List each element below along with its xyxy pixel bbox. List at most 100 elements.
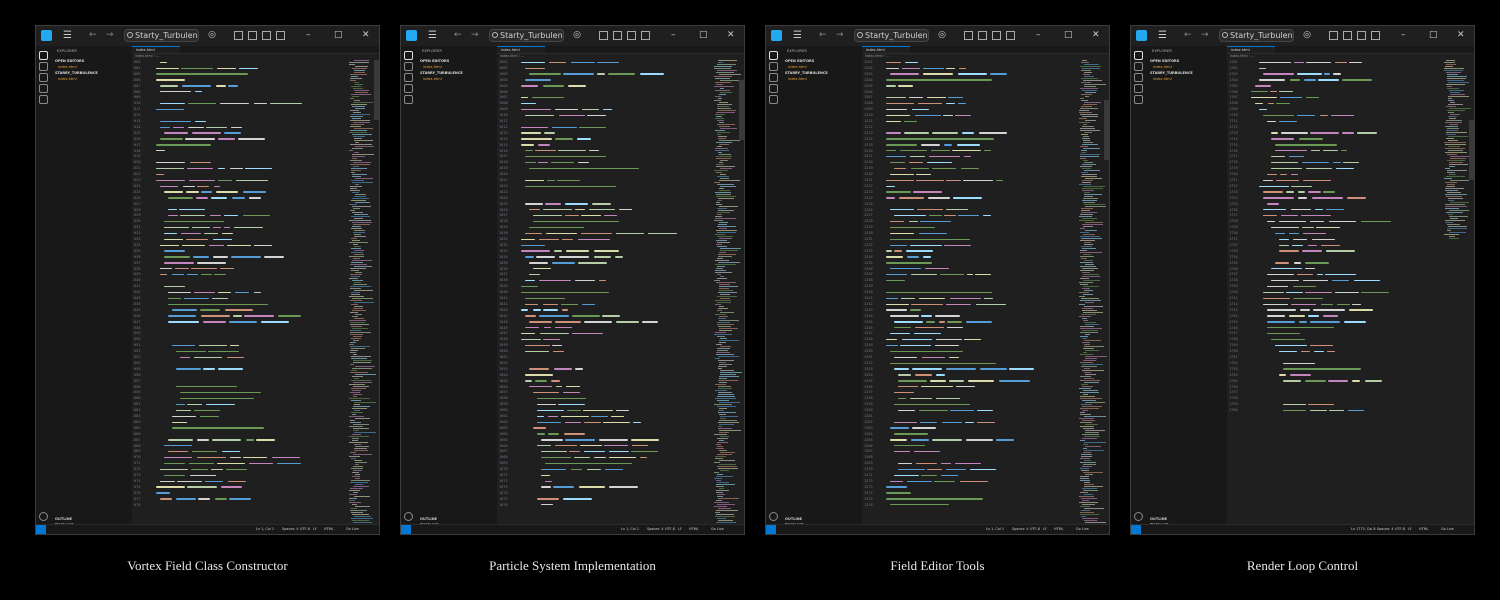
scrollbar-thumb[interactable]	[1469, 120, 1474, 180]
open-editor-file[interactable]: index.html	[423, 65, 442, 69]
language-status[interactable]: HTML	[689, 527, 698, 531]
account-icon[interactable]	[39, 512, 48, 521]
tab-index-html[interactable]: index.html	[497, 46, 545, 53]
search-icon[interactable]	[404, 62, 413, 71]
code-editor[interactable]: index.html index.html › ... 1201 1202 1203 12…	[862, 46, 1109, 525]
language-status[interactable]: HTML	[1054, 527, 1063, 531]
open-editors-section[interactable]: OPEN EDITORS	[420, 59, 449, 63]
command-center-search[interactable]: Starty_Turbulence	[1219, 29, 1294, 42]
toggle-panel-icon[interactable]	[1357, 31, 1366, 40]
cursor-position[interactable]: Ln 1, Col 1	[986, 527, 1004, 531]
extensions-icon[interactable]	[1134, 95, 1143, 104]
toggle-secondary-sidebar-icon[interactable]	[1006, 31, 1015, 40]
indentation-status[interactable]: Spaces: 4	[1377, 527, 1393, 531]
open-editor-file[interactable]: index.html	[788, 65, 807, 69]
maximize-icon[interactable]: □	[1064, 29, 1073, 42]
code-editor[interactable]: index.html index.html › ... 603 604 605 606 60…	[132, 46, 379, 525]
language-status[interactable]: HTML	[1419, 527, 1428, 531]
open-editors-section[interactable]: OPEN EDITORS	[55, 59, 84, 63]
folder-section[interactable]: STARRY_TURBULENCE	[55, 71, 98, 75]
search-icon[interactable]	[39, 62, 48, 71]
close-icon[interactable]: ✕	[1457, 29, 1465, 42]
copilot-icon[interactable]: ◎	[206, 29, 218, 41]
run-debug-icon[interactable]	[769, 84, 778, 93]
hamburger-icon[interactable]: ☰	[428, 29, 437, 42]
eol-status[interactable]: LF	[313, 527, 317, 531]
remote-indicator[interactable]	[1131, 525, 1141, 534]
toggle-panel-icon[interactable]	[627, 31, 636, 40]
explorer-icon[interactable]	[1134, 51, 1143, 60]
command-center-search[interactable]: Starty_Turbulence	[854, 29, 929, 42]
search-icon[interactable]	[1134, 62, 1143, 71]
open-editor-file[interactable]: index.html	[58, 65, 77, 69]
account-icon[interactable]	[769, 512, 778, 521]
run-debug-icon[interactable]	[404, 84, 413, 93]
encoding-status[interactable]: UTF-8	[665, 527, 675, 531]
go-live-button[interactable]: Go Live	[346, 527, 359, 531]
source-control-icon[interactable]	[404, 73, 413, 82]
explorer-icon[interactable]	[769, 51, 778, 60]
close-icon[interactable]: ✕	[1092, 29, 1100, 42]
folder-section[interactable]: STARRY_TURBULENCE	[420, 71, 463, 75]
go-live-button[interactable]: Go Live	[1441, 527, 1454, 531]
minimap[interactable]	[714, 60, 742, 525]
eol-status[interactable]: LF	[678, 527, 682, 531]
cursor-position[interactable]: Ln 1, Col 1	[256, 527, 274, 531]
outline-section[interactable]: OUTLINE	[785, 517, 802, 521]
back-arrow-icon[interactable]: ←	[454, 29, 462, 42]
indentation-status[interactable]: Spaces: 4	[1012, 527, 1028, 531]
outline-section[interactable]: OUTLINE	[55, 517, 72, 521]
go-live-button[interactable]: Go Live	[1076, 527, 1089, 531]
copilot-icon[interactable]: ◎	[571, 29, 583, 41]
toggle-secondary-sidebar-icon[interactable]	[641, 31, 650, 40]
close-icon[interactable]: ✕	[362, 29, 370, 42]
back-arrow-icon[interactable]: ←	[819, 29, 827, 42]
minimap[interactable]	[1079, 60, 1107, 525]
copilot-icon[interactable]: ◎	[1301, 29, 1313, 41]
forward-arrow-icon[interactable]: →	[1201, 29, 1209, 42]
source-control-icon[interactable]	[39, 73, 48, 82]
toggle-panel-icon[interactable]	[262, 31, 271, 40]
extensions-icon[interactable]	[39, 95, 48, 104]
minimap[interactable]	[1444, 60, 1472, 525]
code-editor[interactable]: index.html index.html › ... 1701 1702 1703 17…	[1227, 46, 1474, 525]
open-editors-section[interactable]: OPEN EDITORS	[785, 59, 814, 63]
layout-icon[interactable]	[234, 31, 243, 40]
cursor-position[interactable]: Ln 1775, Col 8	[1351, 527, 1376, 531]
back-arrow-icon[interactable]: ←	[1184, 29, 1192, 42]
tab-index-html[interactable]: index.html	[862, 46, 910, 53]
folder-file[interactable]: index.html	[1153, 77, 1172, 81]
toggle-sidebar-icon[interactable]	[613, 31, 622, 40]
minimize-icon[interactable]: –	[306, 29, 311, 42]
maximize-icon[interactable]: □	[1429, 29, 1438, 42]
explorer-icon[interactable]	[404, 51, 413, 60]
encoding-status[interactable]: UTF-8	[300, 527, 310, 531]
remote-indicator[interactable]	[766, 525, 776, 534]
open-editor-file[interactable]: index.html	[1153, 65, 1172, 69]
maximize-icon[interactable]: □	[699, 29, 708, 42]
back-arrow-icon[interactable]: ←	[89, 29, 97, 42]
source-control-icon[interactable]	[1134, 73, 1143, 82]
command-center-search[interactable]: Starty_Turbulence	[489, 29, 564, 42]
toggle-secondary-sidebar-icon[interactable]	[276, 31, 285, 40]
forward-arrow-icon[interactable]: →	[471, 29, 479, 42]
account-icon[interactable]	[1134, 512, 1143, 521]
layout-icon[interactable]	[599, 31, 608, 40]
go-live-button[interactable]: Go Live	[711, 527, 724, 531]
close-icon[interactable]: ✕	[727, 29, 735, 42]
folder-section[interactable]: STARRY_TURBULENCE	[785, 71, 828, 75]
toggle-secondary-sidebar-icon[interactable]	[1371, 31, 1380, 40]
explorer-icon[interactable]	[39, 51, 48, 60]
hamburger-icon[interactable]: ☰	[63, 29, 72, 42]
layout-icon[interactable]	[964, 31, 973, 40]
source-control-icon[interactable]	[769, 73, 778, 82]
run-debug-icon[interactable]	[1134, 84, 1143, 93]
search-icon[interactable]	[769, 62, 778, 71]
account-icon[interactable]	[404, 512, 413, 521]
minimize-icon[interactable]: –	[1401, 29, 1406, 42]
encoding-status[interactable]: UTF-8	[1395, 527, 1405, 531]
minimize-icon[interactable]: –	[671, 29, 676, 42]
tab-index-html[interactable]: index.html	[1227, 46, 1275, 53]
hamburger-icon[interactable]: ☰	[1158, 29, 1167, 42]
encoding-status[interactable]: UTF-8	[1030, 527, 1040, 531]
